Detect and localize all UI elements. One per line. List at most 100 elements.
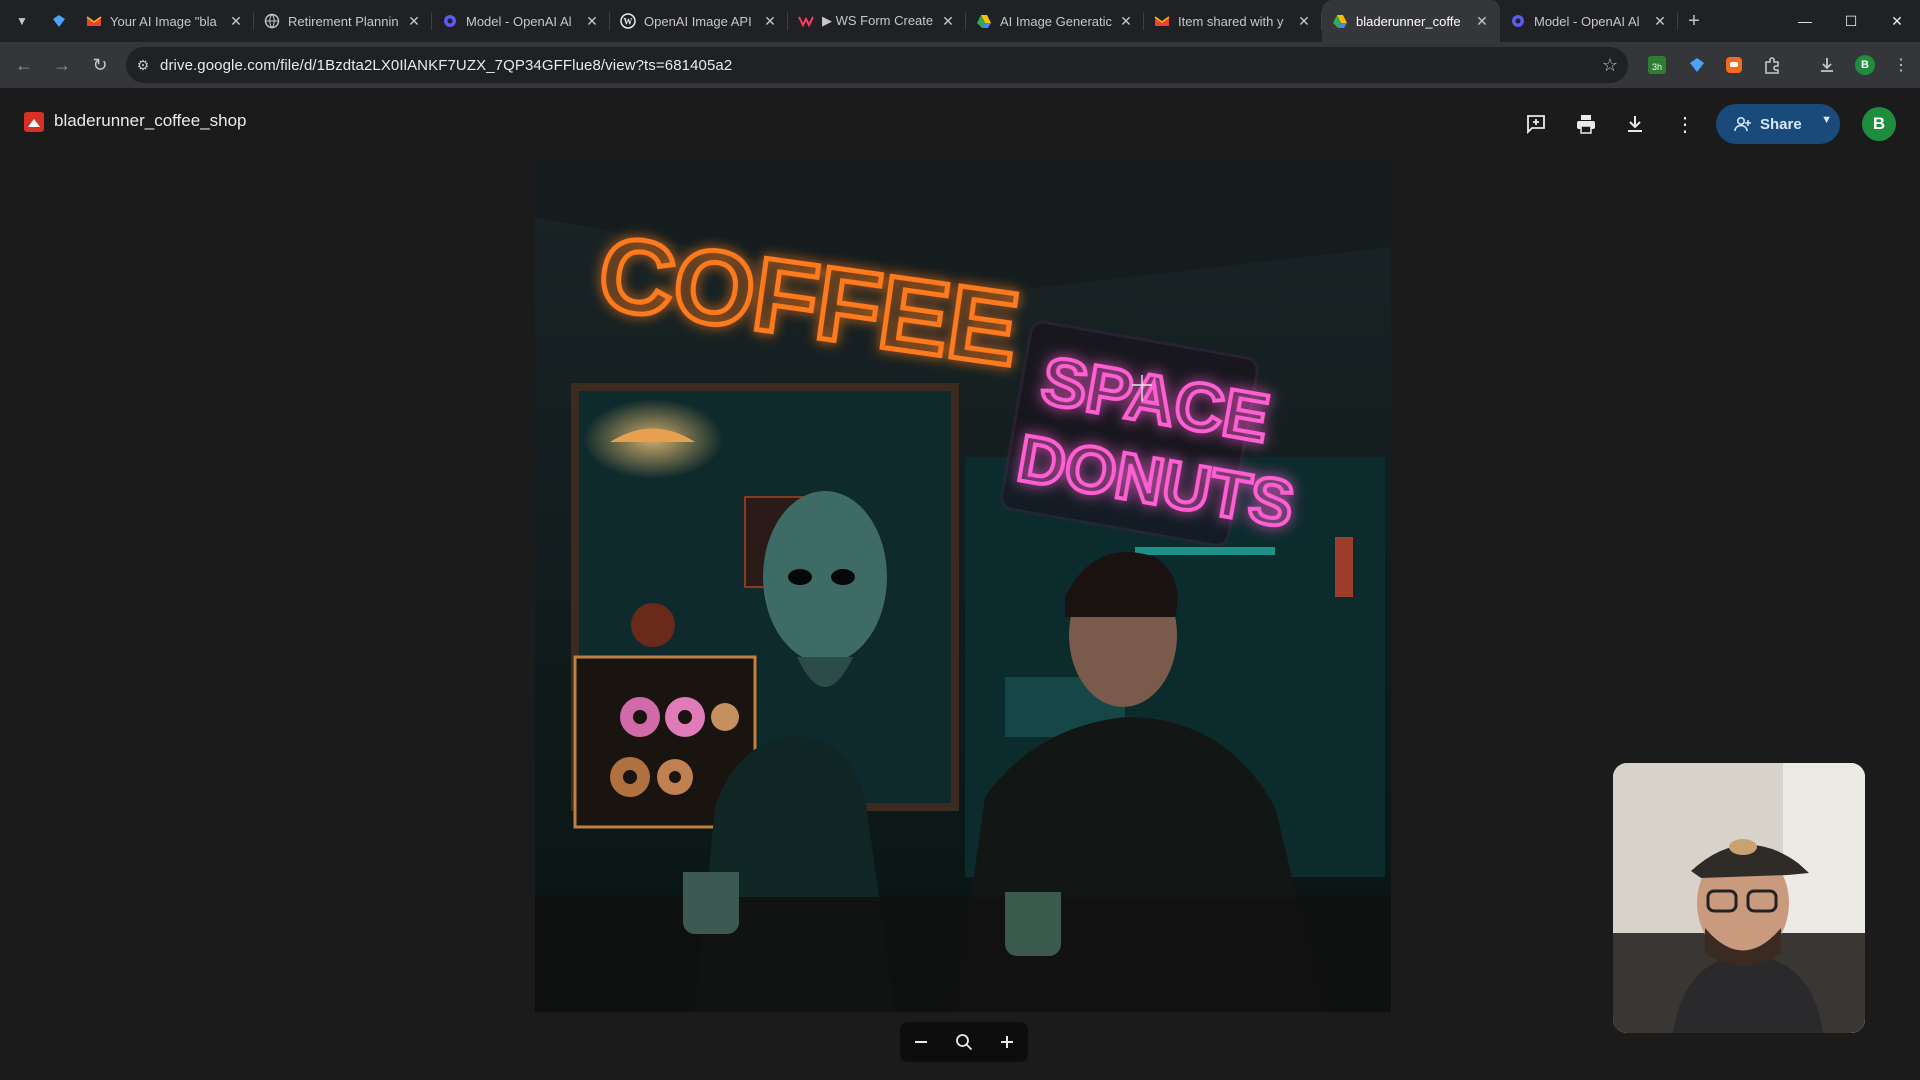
tab-title: bladerunner_coffe (1356, 13, 1461, 29)
downloads-button[interactable] (1810, 48, 1844, 82)
arrow-left-icon: ← (15, 54, 33, 75)
browser-tab[interactable]: AI Image Generatic ✕ (966, 0, 1144, 42)
zoom-reset-button[interactable] (946, 1024, 982, 1060)
bookmark-star-icon[interactable]: ☆ (1602, 55, 1618, 76)
zoom-out-button[interactable] (903, 1024, 939, 1060)
file-name: bladerunner_coffee_shop (54, 111, 247, 130)
gmail-icon (86, 13, 102, 29)
download-icon (1628, 116, 1642, 132)
browser-toolbar: ← → ↻ ⚙ drive.google.com/file/d/1Bzdta2L… (0, 42, 1920, 88)
tab-search-button[interactable]: ▼ (8, 7, 36, 35)
extension-gem[interactable] (1680, 48, 1714, 82)
close-tab-icon[interactable]: ✕ (1296, 13, 1312, 30)
browser-tab[interactable]: Model - OpenAI Al ✕ (432, 0, 610, 42)
globe-icon (264, 13, 280, 29)
close-tab-icon[interactable]: ✕ (940, 13, 956, 30)
browser-tab[interactable]: Retirement Plannin ✕ (254, 0, 432, 42)
webcam-overlay (1613, 763, 1865, 1033)
browser-tab[interactable]: W OpenAI Image API ✕ (610, 0, 788, 42)
extension-orange[interactable] (1717, 48, 1751, 82)
sheets-extension-icon: 3h (1648, 56, 1666, 74)
share-dropdown-arrow[interactable]: ▼ (1821, 114, 1832, 126)
tab-title: Your AI Image "bla (110, 13, 217, 29)
tab-title: OpenAI Image API (644, 13, 752, 29)
arrow-right-icon: → (53, 54, 71, 75)
share-label: Share (1760, 115, 1802, 133)
svg-text:3h: 3h (1652, 62, 1662, 72)
browser-tab[interactable]: Item shared with y ✕ (1144, 0, 1322, 42)
reload-icon: ↻ (92, 54, 108, 75)
chat-extension-icon (1726, 57, 1742, 73)
coffee-shop-illustration: COFFEE SPACE DONUTS (535, 157, 1391, 1012)
close-tab-icon[interactable]: ✕ (1652, 13, 1668, 30)
add-person-icon (1734, 116, 1751, 132)
wsform-icon (798, 13, 814, 29)
tab-title: AI Image Generatic (1000, 13, 1112, 29)
address-bar[interactable]: ⚙ drive.google.com/file/d/1Bzdta2LX0IlAN… (126, 47, 1628, 83)
chevron-down-icon: ▼ (16, 14, 28, 28)
puzzle-icon (1765, 57, 1779, 74)
close-tab-icon[interactable]: ✕ (584, 13, 600, 30)
pinned-tab[interactable] (42, 0, 76, 42)
tab-title: Retirement Plannin (288, 13, 399, 29)
tab-title: ▶ WS Form Create (822, 13, 934, 28)
tab-title: Item shared with y (1178, 13, 1284, 29)
wordpress-icon: W (620, 13, 636, 29)
close-window-button[interactable]: ✕ (1874, 0, 1920, 42)
browser-tab[interactable]: Your AI Image "bla ✕ (76, 0, 254, 42)
mouse-cursor (1132, 375, 1152, 401)
profile-button[interactable]: B (1848, 48, 1882, 82)
extension-sheets[interactable]: 3h (1640, 48, 1674, 82)
extensions-button[interactable] (1755, 48, 1789, 82)
new-tab-button[interactable]: + (1678, 0, 1710, 42)
zoom-in-button[interactable] (989, 1024, 1025, 1060)
kebab-menu-icon: ⋮ (1675, 113, 1695, 136)
download-button[interactable] (1619, 108, 1651, 140)
account-avatar[interactable]: B (1862, 107, 1896, 141)
back-button[interactable]: ← (6, 47, 42, 83)
print-icon (1577, 115, 1595, 134)
close-tab-icon[interactable]: ✕ (762, 13, 778, 30)
url-text[interactable]: drive.google.com/file/d/1Bzdta2LX0IlANKF… (160, 57, 732, 74)
drive-icon (1332, 13, 1348, 29)
minimize-button[interactable]: — (1782, 0, 1828, 42)
gmail-icon (1154, 13, 1170, 29)
close-tab-icon[interactable]: ✕ (228, 13, 244, 30)
close-tab-icon[interactable]: ✕ (406, 13, 422, 30)
browser-tab[interactable]: bladerunner_coffe ✕ (1322, 0, 1500, 42)
gem-extension-icon (1690, 58, 1704, 72)
minus-icon (915, 1041, 928, 1043)
profile-avatar: B (1855, 55, 1875, 75)
browser-tab[interactable]: ▶ WS Form Create ✕ (788, 0, 966, 42)
download-icon (1821, 58, 1833, 72)
svg-text:W: W (624, 17, 633, 27)
image-preview: COFFEE SPACE DONUTS (535, 157, 1391, 1012)
openai-icon (442, 13, 458, 29)
image-file-icon (24, 112, 44, 132)
close-tab-icon[interactable]: ✕ (1118, 13, 1134, 30)
drive-icon (976, 13, 992, 29)
share-button[interactable]: Share ▼ (1716, 104, 1840, 144)
browser-menu-button[interactable]: ⋮ (1884, 48, 1918, 82)
add-comment-icon (1527, 115, 1545, 135)
plus-icon (1000, 1036, 1013, 1048)
more-actions-button[interactable]: ⋮ (1669, 108, 1701, 140)
tab-title: Model - OpenAI Al (1534, 13, 1640, 29)
maximize-button[interactable]: ☐ (1828, 0, 1874, 42)
add-comment-button[interactable] (1520, 108, 1552, 140)
browser-tab[interactable]: Model - OpenAI Al ✕ (1500, 0, 1678, 42)
print-button[interactable] (1570, 108, 1602, 140)
reload-button[interactable]: ↻ (82, 47, 118, 83)
close-tab-icon[interactable]: ✕ (1474, 13, 1490, 30)
site-info-icon[interactable]: ⚙ (126, 57, 160, 74)
kebab-menu-icon: ⋮ (1893, 57, 1909, 74)
webcam-person (1613, 763, 1865, 1033)
forward-button[interactable]: → (44, 47, 80, 83)
zoom-controls (900, 1022, 1028, 1062)
openai-icon (1510, 13, 1526, 29)
magnifier-icon (956, 1034, 973, 1051)
tab-strip: ▼ Your AI Image "bla ✕ Retirement Plannin ✕… (0, 0, 1920, 42)
window-controls: — ☐ ✕ (1782, 0, 1920, 42)
gem-icon (53, 15, 65, 27)
drive-viewer-header: bladerunner_coffee_shop ⋮ Share ▼ B (0, 88, 1920, 158)
